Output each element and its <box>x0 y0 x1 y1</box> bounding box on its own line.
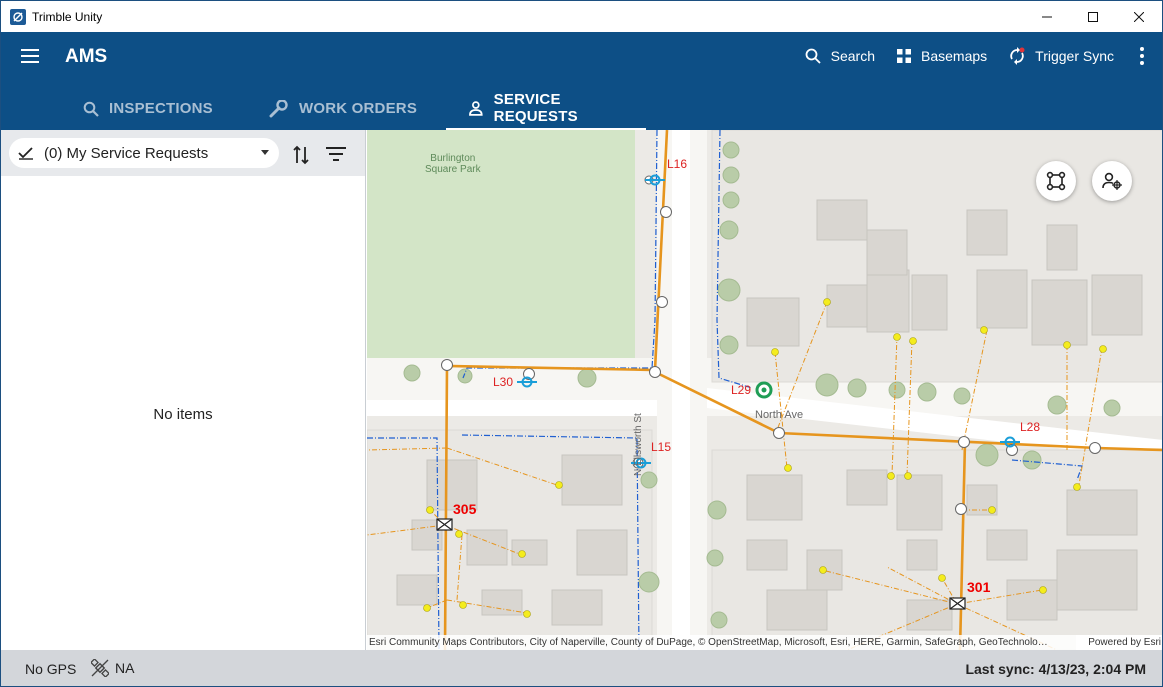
filter-icon[interactable] <box>326 147 346 161</box>
minimize-button[interactable] <box>1024 1 1070 32</box>
street-label-north-ave: North Ave <box>755 409 804 421</box>
filter-dropdown[interactable]: (0) My Service Requests <box>9 138 279 168</box>
map-canvas <box>367 130 1162 650</box>
empty-list-message: No items <box>153 406 213 423</box>
menu-icon[interactable] <box>21 49 39 63</box>
tab-label: WORK ORDERS <box>299 100 418 117</box>
more-options-icon[interactable] <box>1140 46 1144 67</box>
chevron-down-icon <box>261 150 269 155</box>
gps-status: No GPS <box>25 661 77 677</box>
window-title: Trimble Unity <box>32 9 103 24</box>
person-location-icon <box>1102 172 1122 190</box>
line-label-l29: L29 <box>731 383 752 397</box>
tab-work-orders[interactable]: WORK ORDERS <box>269 87 417 130</box>
basemaps-button[interactable]: Basemaps <box>897 48 987 64</box>
locate-person-button[interactable] <box>1092 161 1132 201</box>
search-icon <box>805 48 821 64</box>
wrench-icon <box>269 99 288 117</box>
grid-icon <box>897 49 911 63</box>
checkmark-icon <box>18 147 33 160</box>
trigger-sync-button[interactable]: Trigger Sync <box>1009 47 1114 65</box>
search-label: Search <box>830 48 875 64</box>
trigger-sync-label: Trigger Sync <box>1035 48 1114 64</box>
station-label-305: 305 <box>453 501 477 517</box>
last-sync-text: Last sync: 4/13/23, 2:04 PM <box>965 661 1146 677</box>
line-label-l16: L16 <box>667 157 688 171</box>
search-icon <box>83 101 99 117</box>
basemaps-label: Basemaps <box>921 48 988 64</box>
status-bar: No GPS NA Last sync: 4/13/23, 2:04 PM <box>1 650 1162 686</box>
filter-bar: (0) My Service Requests <box>1 130 365 176</box>
line-label-l15: L15 <box>651 440 672 454</box>
tab-label: SERVICE REQUESTS <box>493 90 578 125</box>
person-icon <box>469 100 483 116</box>
station-label-301: 301 <box>967 579 991 595</box>
title-bar: Trimble Unity <box>1 1 1162 32</box>
filter-dropdown-value: (0) My Service Requests <box>44 144 209 162</box>
maximize-button[interactable] <box>1070 1 1116 32</box>
close-button[interactable] <box>1116 1 1162 32</box>
search-button[interactable]: Search <box>805 48 875 64</box>
attribution-text: Esri Community Maps Contributors, City o… <box>369 637 1048 648</box>
tab-label: INSPECTIONS <box>109 100 213 117</box>
map-attribution: Esri Community Maps Contributors, City o… <box>367 635 1162 650</box>
satellite-status: NA <box>91 659 134 677</box>
satellite-icon <box>91 659 109 677</box>
powered-by-esri-link[interactable]: Powered by Esri <box>1076 635 1161 650</box>
service-request-list-panel: (0) My Service Requests No items <box>1 130 366 650</box>
polygon-select-icon <box>1046 171 1066 191</box>
map-view[interactable]: Burlington Square Park North Ave N Ellsw… <box>367 130 1162 650</box>
select-tool-button[interactable] <box>1036 161 1076 201</box>
park-label: Burlington Square Park <box>425 153 481 175</box>
app-header: AMS Search Basemaps Trigger Sync INSPECT… <box>1 32 1162 130</box>
sort-icon[interactable] <box>293 145 309 165</box>
tab-service-requests[interactable]: SERVICE REQUESTS <box>446 87 646 130</box>
line-label-l30: L30 <box>493 375 514 389</box>
tab-inspections[interactable]: INSPECTIONS <box>83 87 213 130</box>
trimble-logo-icon <box>10 8 26 25</box>
sync-icon <box>1010 47 1025 65</box>
app-title: AMS <box>65 46 108 67</box>
app-window: Trimble Unity AMS Search Basemaps Trigge… <box>0 0 1163 687</box>
line-label-l28: L28 <box>1020 420 1041 434</box>
street-label-ellsworth: N Ellsworth St <box>633 413 644 476</box>
satellite-status-text: NA <box>115 660 135 676</box>
